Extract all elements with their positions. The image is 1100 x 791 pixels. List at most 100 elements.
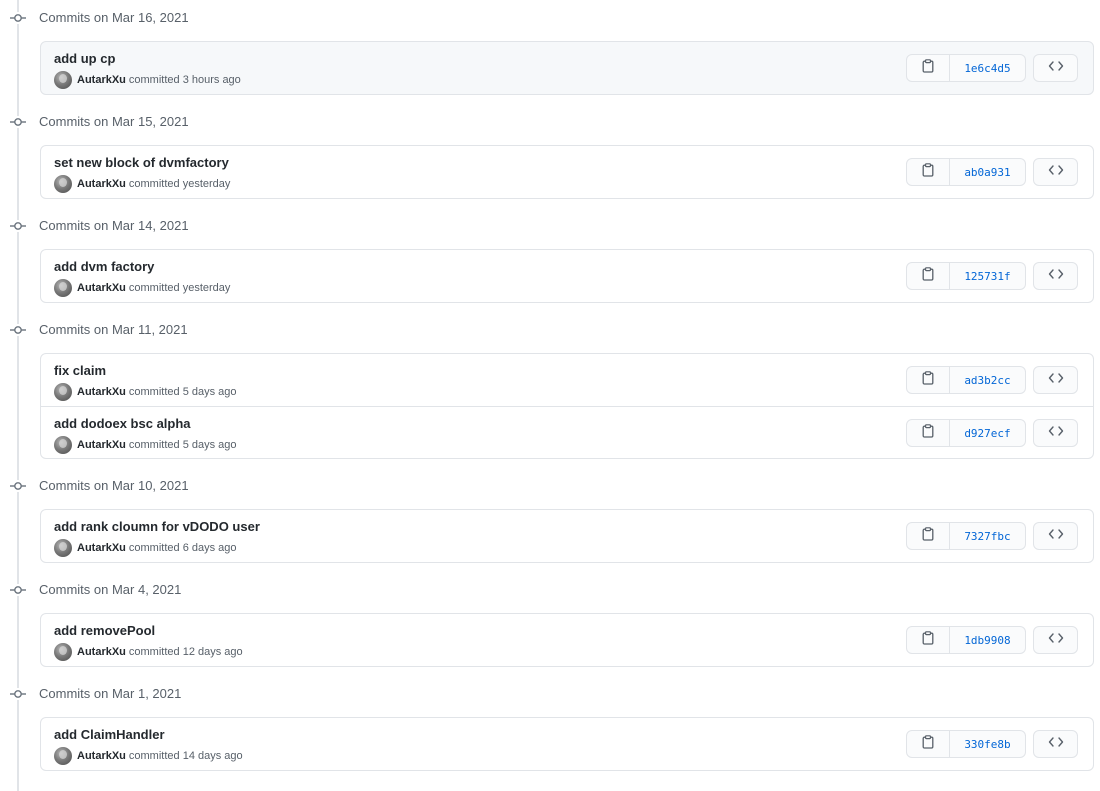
commit-group-header: Commits on Mar 15, 2021	[0, 112, 1100, 132]
commit-group-header: Commits on Mar 11, 2021	[0, 320, 1100, 340]
commit-group-title: Commits on Mar 1, 2021	[39, 686, 182, 701]
browse-files-button[interactable]	[1033, 730, 1078, 758]
commit-meta: AutarkXu committed yesterday	[54, 279, 230, 297]
commit-message-link[interactable]: add removePool	[54, 623, 155, 638]
copy-sha-button[interactable]	[906, 419, 950, 447]
code-icon	[1048, 267, 1064, 285]
commit-sha-button[interactable]: 125731f	[950, 262, 1026, 290]
commit-message-link[interactable]: add dvm factory	[54, 259, 154, 274]
commit-meta: AutarkXu committed 12 days ago	[54, 643, 243, 661]
avatar[interactable]	[54, 383, 72, 401]
clipboard-icon	[922, 734, 934, 754]
commit-meta: AutarkXu committed 3 hours ago	[54, 71, 241, 89]
commit-group-header: Commits on Mar 14, 2021	[0, 216, 1100, 236]
code-icon	[1048, 371, 1064, 389]
commit-meta: AutarkXu committed 6 days ago	[54, 539, 237, 557]
clipboard-icon	[922, 526, 934, 546]
sha-button-group: 125731f	[906, 262, 1026, 290]
copy-sha-button[interactable]	[906, 366, 950, 394]
commit-row: add removePool AutarkXu committed 12 day…	[41, 614, 1093, 666]
commit-group-title: Commits on Mar 15, 2021	[39, 114, 189, 129]
commit-row: fix claim AutarkXu committed 5 days ago …	[41, 354, 1093, 406]
commit-time: committed yesterday	[128, 178, 231, 190]
commit-author-link[interactable]: AutarkXu	[77, 646, 126, 658]
copy-sha-button[interactable]	[906, 730, 950, 758]
commit-message-link[interactable]: set new block of dvmfactory	[54, 155, 229, 170]
commit-message-link[interactable]: fix claim	[54, 363, 106, 378]
commit-list: add dvm factory AutarkXu committed yeste…	[40, 249, 1094, 303]
commit-history: Commits on Mar 16, 2021 add up cp Autark…	[0, 0, 1100, 791]
commit-group-title: Commits on Mar 11, 2021	[39, 322, 188, 337]
avatar[interactable]	[54, 539, 72, 557]
commit-message-link[interactable]: add ClaimHandler	[54, 727, 165, 742]
copy-sha-button[interactable]	[906, 262, 950, 290]
code-icon	[1048, 59, 1064, 77]
commit-message-link[interactable]: add rank cloumn for vDODO user	[54, 519, 260, 534]
sha-button-group: ad3b2cc	[906, 366, 1026, 394]
commit-sha-button[interactable]: 7327fbc	[950, 522, 1026, 550]
commit-meta: AutarkXu committed 14 days ago	[54, 747, 243, 765]
commit-author-link[interactable]: AutarkXu	[77, 74, 126, 86]
git-commit-icon	[9, 688, 27, 700]
copy-sha-button[interactable]	[906, 54, 950, 82]
commit-time: committed 14 days ago	[128, 750, 243, 762]
copy-sha-button[interactable]	[906, 522, 950, 550]
copy-sha-button[interactable]	[906, 626, 950, 654]
avatar[interactable]	[54, 175, 72, 193]
code-icon	[1048, 631, 1064, 649]
commit-sha-button[interactable]: ab0a931	[950, 158, 1026, 186]
sha-button-group: 7327fbc	[906, 522, 1026, 550]
commit-time: committed 3 hours ago	[128, 74, 241, 86]
commit-message-link[interactable]: add dodoex bsc alpha	[54, 416, 191, 431]
commit-sha-button[interactable]: 1e6c4d5	[950, 54, 1026, 82]
sha-button-group: 1db9908	[906, 626, 1026, 654]
browse-files-button[interactable]	[1033, 54, 1078, 82]
commit-list: add rank cloumn for vDODO user AutarkXu …	[40, 509, 1094, 563]
commit-group-header: Commits on Mar 1, 2021	[0, 684, 1100, 704]
commit-group-title: Commits on Mar 10, 2021	[39, 478, 189, 493]
git-commit-icon	[9, 12, 27, 24]
commit-author-link[interactable]: AutarkXu	[77, 439, 126, 451]
commit-author-link[interactable]: AutarkXu	[77, 750, 126, 762]
commit-time: committed 12 days ago	[128, 646, 243, 658]
commit-time: committed 5 days ago	[128, 386, 237, 398]
avatar[interactable]	[54, 436, 72, 454]
copy-sha-button[interactable]	[906, 158, 950, 186]
browse-files-button[interactable]	[1033, 262, 1078, 290]
commit-sha-button[interactable]: ad3b2cc	[950, 366, 1026, 394]
commit-sha-button[interactable]: 330fe8b	[950, 730, 1026, 758]
browse-files-button[interactable]	[1033, 419, 1078, 447]
browse-files-button[interactable]	[1033, 366, 1078, 394]
avatar[interactable]	[54, 747, 72, 765]
commit-list: add up cp AutarkXu committed 3 hours ago…	[40, 41, 1094, 95]
commit-list: fix claim AutarkXu committed 5 days ago …	[40, 353, 1094, 459]
avatar[interactable]	[54, 643, 72, 661]
commit-row: add rank cloumn for vDODO user AutarkXu …	[41, 510, 1093, 562]
sha-button-group: ab0a931	[906, 158, 1026, 186]
git-commit-icon	[9, 584, 27, 596]
commit-author-link[interactable]: AutarkXu	[77, 178, 126, 190]
commit-group-header: Commits on Mar 10, 2021	[0, 476, 1100, 496]
commit-row: add ClaimHandler AutarkXu committed 14 d…	[41, 718, 1093, 770]
sha-button-group: d927ecf	[906, 419, 1026, 447]
commit-message-link[interactable]: add up cp	[54, 51, 115, 66]
commit-row: add dvm factory AutarkXu committed yeste…	[41, 250, 1093, 302]
commit-time: committed 5 days ago	[128, 439, 237, 451]
commit-sha-button[interactable]: d927ecf	[950, 419, 1026, 447]
avatar[interactable]	[54, 71, 72, 89]
browse-files-button[interactable]	[1033, 626, 1078, 654]
browse-files-button[interactable]	[1033, 522, 1078, 550]
commit-author-link[interactable]: AutarkXu	[77, 386, 126, 398]
avatar[interactable]	[54, 279, 72, 297]
commit-row: add dodoex bsc alpha AutarkXu committed …	[41, 406, 1093, 458]
commit-group-title: Commits on Mar 14, 2021	[39, 218, 189, 233]
commit-author-link[interactable]: AutarkXu	[77, 542, 126, 554]
commit-group-title: Commits on Mar 4, 2021	[39, 582, 182, 597]
clipboard-icon	[922, 370, 934, 390]
browse-files-button[interactable]	[1033, 158, 1078, 186]
commit-sha-button[interactable]: 1db9908	[950, 626, 1026, 654]
commit-author-link[interactable]: AutarkXu	[77, 282, 126, 294]
commit-time: committed yesterday	[128, 282, 231, 294]
clipboard-icon	[922, 423, 934, 443]
sha-button-group: 330fe8b	[906, 730, 1026, 758]
